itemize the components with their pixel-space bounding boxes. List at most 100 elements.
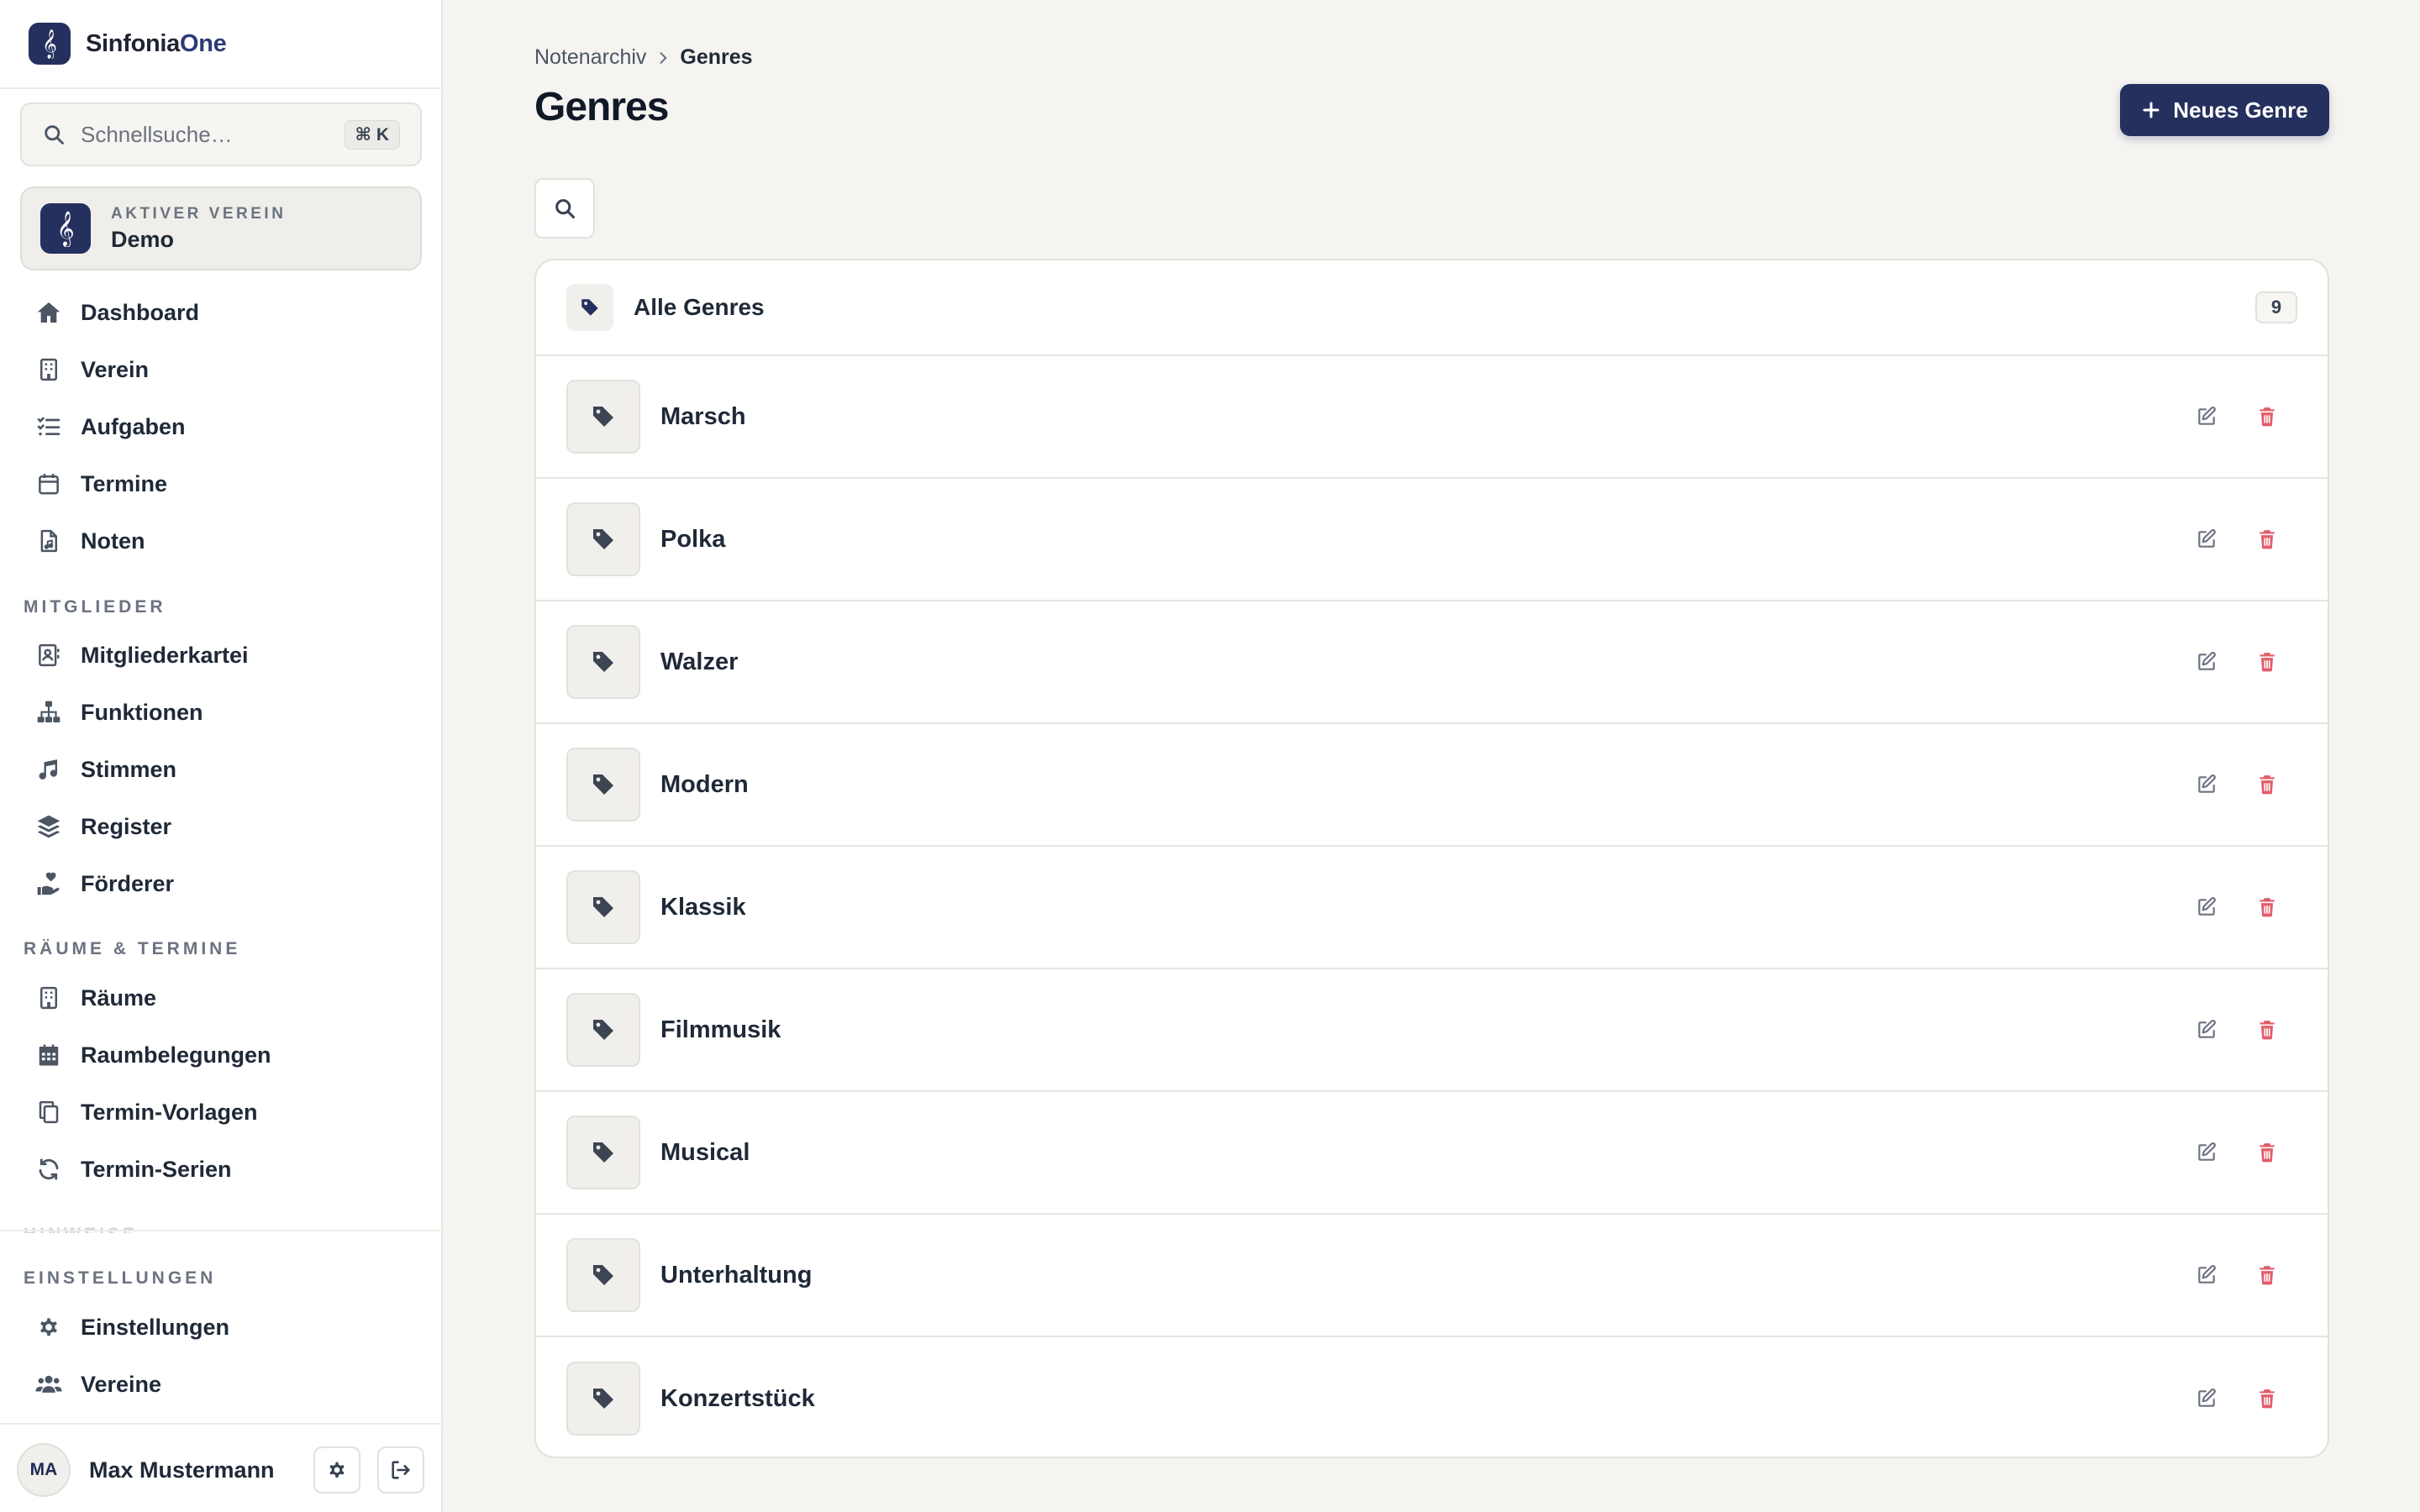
calendar-grid-icon: [32, 1038, 66, 1072]
nav-item-register[interactable]: Register: [20, 801, 422, 852]
sidebar-divider: [0, 1230, 443, 1231]
nav-item-dashboard[interactable]: Dashboard: [20, 287, 422, 338]
active-club-name: Demo: [111, 226, 175, 252]
hand-holding-heart-icon: [32, 867, 66, 900]
edit-genre-button[interactable]: [2190, 522, 2223, 556]
nav-item-foerderer[interactable]: Förderer: [20, 858, 422, 909]
music-note-icon: [32, 753, 66, 786]
avatar[interactable]: MA: [17, 1443, 71, 1497]
delete-genre-button[interactable]: [2250, 1136, 2284, 1169]
nav-item-vereine[interactable]: Vereine: [20, 1359, 422, 1410]
tag-icon: [566, 993, 640, 1067]
all-genres-row[interactable]: Alle Genres 9: [536, 260, 2328, 356]
nav-item-verein[interactable]: Verein: [20, 344, 422, 395]
edit-icon: [2196, 1142, 2217, 1163]
edit-genre-button[interactable]: [2190, 1136, 2223, 1169]
section-label-raeume-termine: RÄUME & TERMINE: [24, 939, 241, 958]
genre-row[interactable]: Konzertstück: [536, 1337, 2328, 1457]
genre-name: Klassik: [660, 893, 746, 921]
genre-name: Musical: [660, 1138, 750, 1166]
active-club-label: AKTIVER VEREIN: [111, 204, 287, 223]
delete-genre-button[interactable]: [2250, 645, 2284, 679]
active-club-selector[interactable]: 𝄞 AKTIVER VEREIN Demo: [20, 186, 422, 270]
genre-row[interactable]: Polka: [536, 479, 2328, 601]
edit-icon: [2196, 774, 2217, 795]
nav-item-aufgaben[interactable]: Aufgaben: [20, 402, 422, 452]
edit-genre-button[interactable]: [2190, 645, 2223, 679]
user-settings-button[interactable]: [313, 1446, 360, 1494]
building-icon: [32, 353, 66, 386]
tasks-icon: [32, 410, 66, 444]
delete-genre-button[interactable]: [2250, 400, 2284, 433]
tag-icon: [566, 625, 640, 699]
genre-row[interactable]: Klassik: [536, 847, 2328, 969]
tag-icon: [566, 1238, 640, 1312]
tag-icon: [566, 284, 613, 331]
edit-icon: [2196, 528, 2217, 550]
breadcrumb-notenarchiv[interactable]: Notenarchiv: [534, 45, 646, 70]
nav-item-stimmen[interactable]: Stimmen: [20, 744, 422, 795]
delete-genre-button[interactable]: [2250, 522, 2284, 556]
nav-item-raumbelegungen[interactable]: Raumbelegungen: [20, 1030, 422, 1080]
users-icon: [32, 1368, 66, 1401]
edit-icon: [2196, 1019, 2217, 1041]
edit-genre-button[interactable]: [2190, 890, 2223, 924]
genre-row[interactable]: Marsch: [536, 356, 2328, 479]
user-footer: MA Max Mustermann: [0, 1428, 443, 1512]
genre-search-button[interactable]: [534, 178, 595, 239]
brand[interactable]: 𝄞 SinfoniaOne: [0, 0, 441, 89]
genre-count-badge: 9: [2255, 291, 2297, 323]
search-icon: [553, 197, 576, 220]
logout-button[interactable]: [377, 1446, 424, 1494]
trash-icon: [2256, 1264, 2278, 1286]
calendar-icon: [32, 467, 66, 501]
edit-icon: [2196, 406, 2217, 428]
edit-icon: [2196, 1264, 2217, 1286]
nav-item-funktionen[interactable]: Funktionen: [20, 687, 422, 738]
chevron-right-icon: [655, 50, 671, 66]
edit-icon: [2196, 1388, 2217, 1410]
nav-item-noten[interactable]: Noten: [20, 516, 422, 566]
nav-item-einstellungen[interactable]: Einstellungen: [20, 1302, 422, 1352]
genre-row[interactable]: Musical: [536, 1092, 2328, 1215]
genre-row[interactable]: Unterhaltung: [536, 1215, 2328, 1337]
genre-row[interactable]: Walzer: [536, 601, 2328, 724]
faded-section-label: HINWEISE: [24, 1225, 138, 1233]
sitemap-icon: [32, 696, 66, 729]
trash-icon: [2256, 1019, 2278, 1041]
delete-genre-button[interactable]: [2250, 768, 2284, 801]
delete-genre-button[interactable]: [2250, 1258, 2284, 1292]
edit-genre-button[interactable]: [2190, 1258, 2223, 1292]
plus-icon: [2141, 100, 2161, 120]
genre-row[interactable]: Modern: [536, 724, 2328, 847]
sidebar: 𝄞 SinfoniaOne Schnellsuche… ⌘ K 𝄞 AKTIVE…: [0, 0, 443, 1512]
edit-icon: [2196, 651, 2217, 673]
genre-name: Konzertstück: [660, 1384, 815, 1412]
genre-row[interactable]: Filmmusik: [536, 969, 2328, 1092]
genre-list: Alle Genres 9 Marsch Polka Walzer Modern Kla…: [534, 259, 2329, 1458]
edit-icon: [2196, 896, 2217, 918]
breadcrumb-current: Genres: [680, 45, 753, 69]
edit-genre-button[interactable]: [2190, 1013, 2223, 1047]
tag-icon: [566, 1116, 640, 1189]
edit-genre-button[interactable]: [2190, 1382, 2223, 1415]
delete-genre-button[interactable]: [2250, 890, 2284, 924]
delete-genre-button[interactable]: [2250, 1382, 2284, 1415]
edit-genre-button[interactable]: [2190, 768, 2223, 801]
new-genre-button[interactable]: Neues Genre: [2120, 84, 2329, 136]
nav-item-termin-vorlagen[interactable]: Termin-Vorlagen: [20, 1087, 422, 1137]
nav-item-raeume[interactable]: Räume: [20, 973, 422, 1023]
genre-name: Filmmusik: [660, 1016, 781, 1043]
quick-search-input[interactable]: Schnellsuche… ⌘ K: [20, 102, 422, 166]
trash-icon: [2256, 1142, 2278, 1163]
contact-card-icon: [32, 638, 66, 672]
nav-item-mitgliederkartei[interactable]: Mitgliederkartei: [20, 630, 422, 680]
delete-genre-button[interactable]: [2250, 1013, 2284, 1047]
user-name[interactable]: Max Mustermann: [89, 1457, 313, 1483]
breadcrumb: Notenarchiv Genres: [534, 45, 753, 70]
tag-icon: [566, 748, 640, 822]
trash-icon: [2256, 896, 2278, 918]
nav-item-termin-serien[interactable]: Termin-Serien: [20, 1144, 422, 1194]
edit-genre-button[interactable]: [2190, 400, 2223, 433]
nav-item-termine[interactable]: Termine: [20, 459, 422, 509]
